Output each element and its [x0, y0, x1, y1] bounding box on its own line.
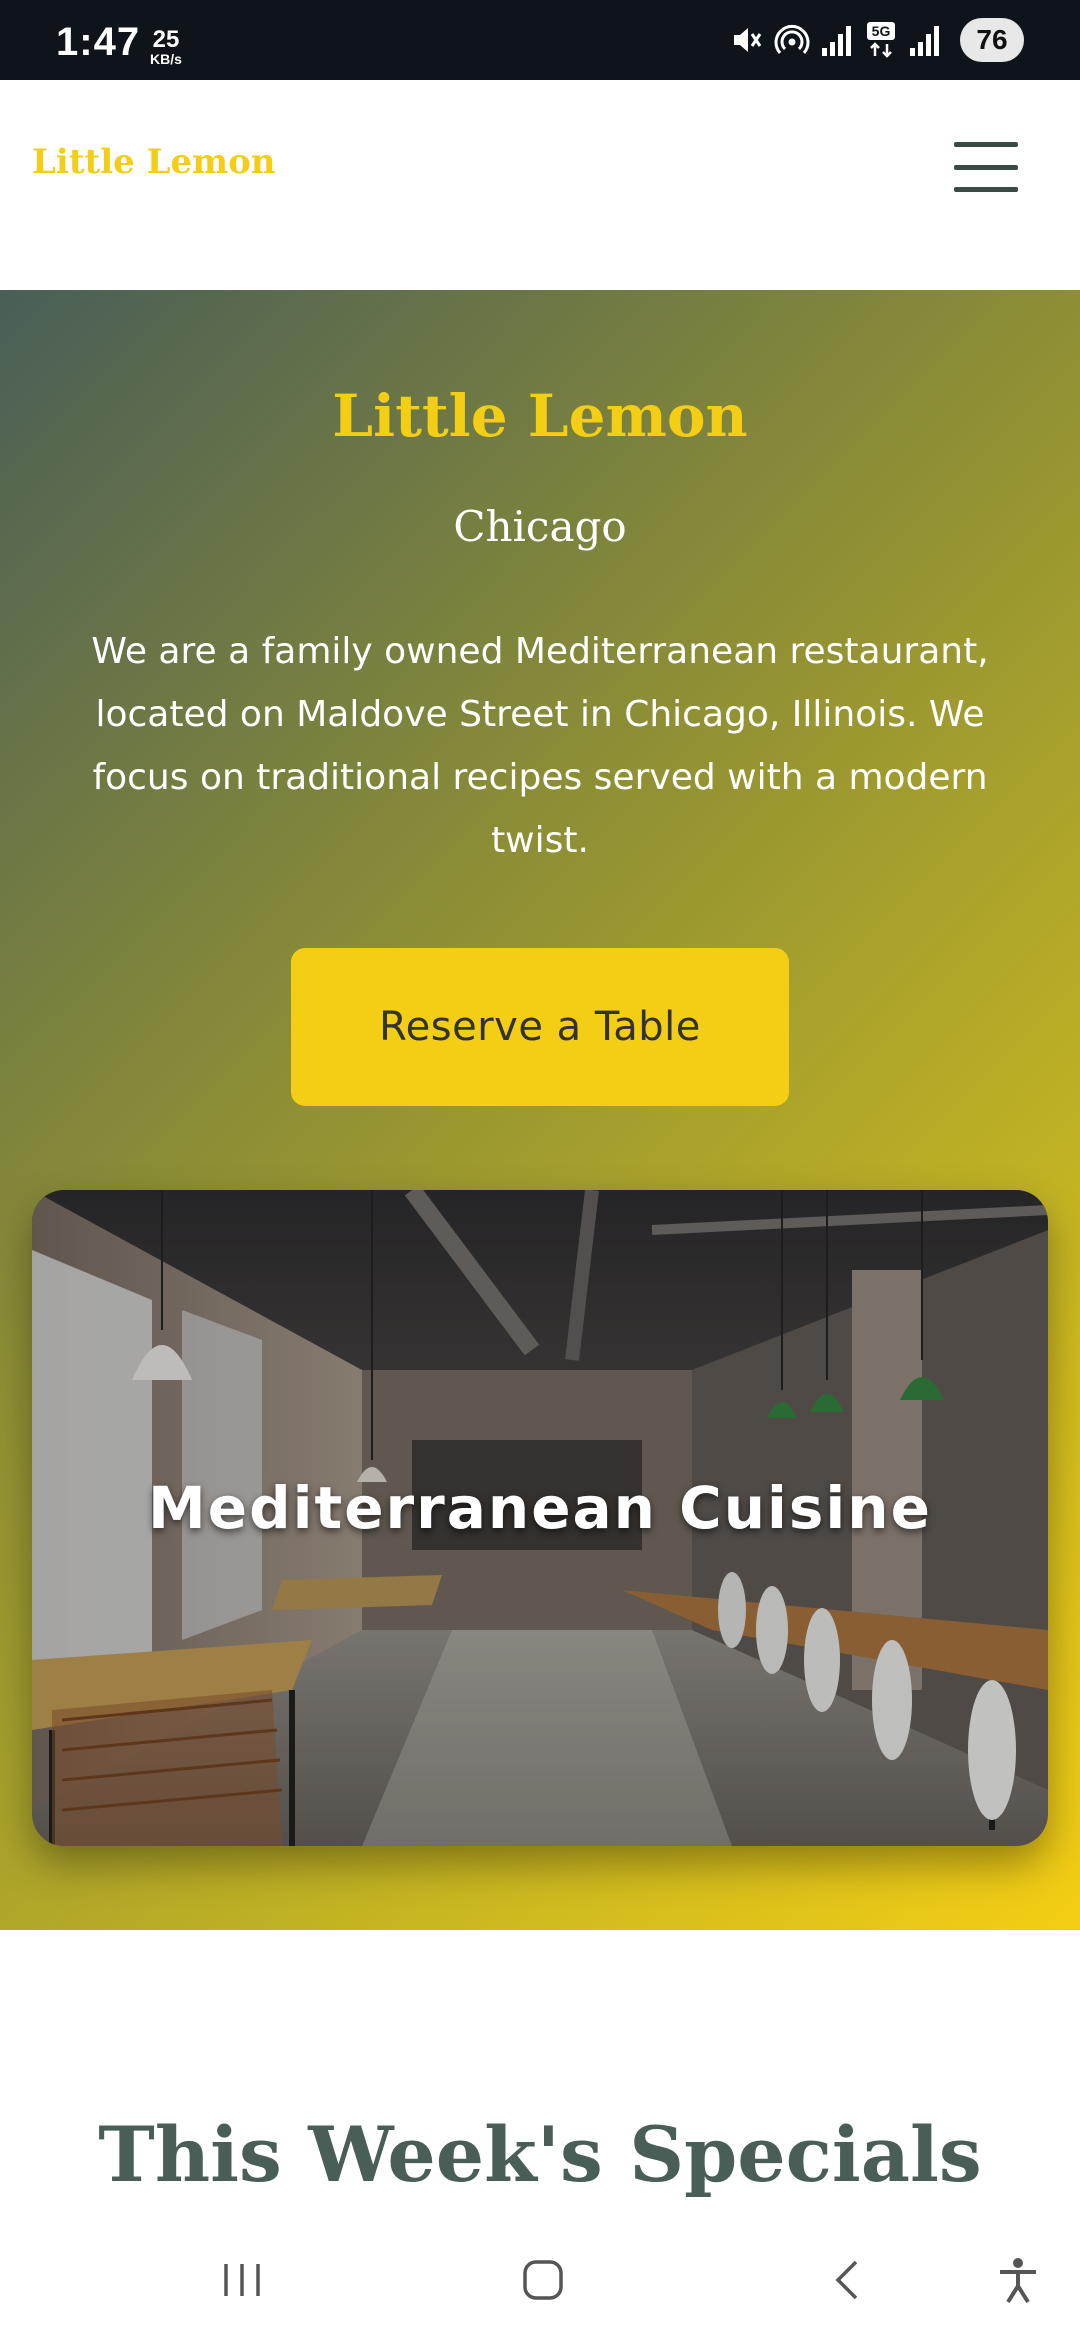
5g-icon: 5G	[864, 20, 898, 60]
hamburger-line	[954, 187, 1018, 192]
accessibility-icon[interactable]	[988, 2250, 1048, 2310]
status-bar: 1:47 25 KB/s 5G 76	[0, 0, 1080, 80]
network-speed-unit: KB/s	[150, 51, 182, 67]
status-time: 1:47	[56, 20, 141, 64]
hero-image: Mediterranean Cuisine	[32, 1190, 1048, 1846]
brand-logo[interactable]: Little Lemon	[32, 142, 276, 182]
network-speed: 25 KB/s	[150, 26, 182, 67]
status-icons: 5G 76	[728, 14, 1024, 66]
hotspot-icon	[774, 22, 810, 58]
hero-subtitle: Chicago	[453, 502, 627, 551]
svg-text:5G: 5G	[872, 23, 891, 39]
home-icon[interactable]	[513, 2250, 573, 2310]
signal-icon	[820, 22, 854, 58]
hamburger-icon[interactable]	[954, 142, 1018, 192]
site-header: Little Lemon	[0, 80, 1080, 290]
signal-icon	[908, 22, 942, 58]
recents-icon[interactable]	[212, 2250, 272, 2310]
back-icon[interactable]	[818, 2250, 878, 2310]
hero-description: We are a family owned Mediterranean rest…	[91, 631, 989, 861]
hamburger-line	[954, 164, 1018, 170]
hamburger-line	[954, 142, 1018, 147]
hero-image-caption: Mediterranean Cuisine	[148, 1474, 932, 1542]
specials-heading: This Week's Specials	[98, 2110, 982, 2199]
system-navigation-bar	[0, 2220, 1080, 2340]
hero-section: Little Lemon Chicago We are a family own…	[0, 290, 1080, 1930]
network-speed-value: 25	[152, 26, 180, 53]
battery-indicator: 76	[960, 18, 1024, 62]
hero-title: Little Lemon	[332, 382, 748, 450]
mute-icon	[728, 22, 764, 58]
reserve-table-button[interactable]: Reserve a Table	[291, 948, 789, 1106]
